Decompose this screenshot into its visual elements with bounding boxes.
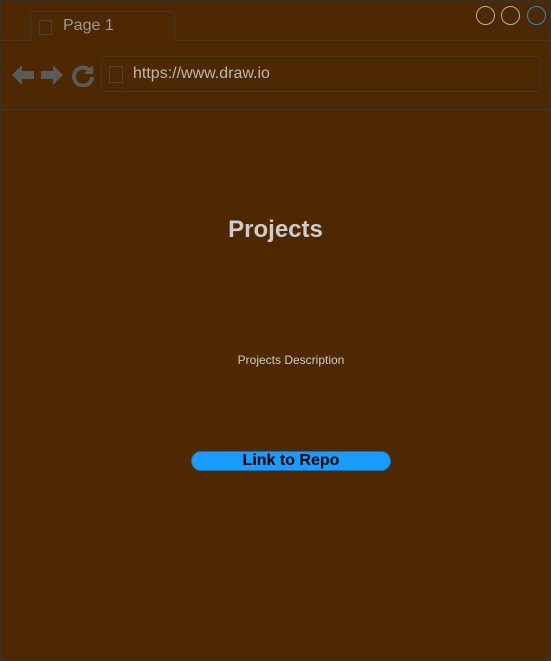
refresh-icon[interactable] — [71, 63, 95, 87]
link-to-repo-button[interactable]: Link to Repo — [191, 451, 391, 471]
tab-label: Page 1 — [63, 17, 114, 34]
tab-page-1[interactable]: Page 1 — [30, 11, 175, 41]
maximize-button[interactable] — [501, 6, 520, 25]
address-bar[interactable]: https://www.draw.io — [101, 56, 541, 92]
close-button[interactable] — [527, 6, 546, 25]
page-description: Projects Description — [237, 353, 345, 367]
address-url: https://www.draw.io — [133, 65, 270, 82]
nav-bar-divider — [1, 109, 550, 110]
arrow-right-icon[interactable] — [40, 63, 64, 87]
arrow-left-icon[interactable] — [11, 63, 35, 87]
minimize-button[interactable] — [476, 6, 495, 25]
page-icon — [39, 20, 52, 35]
page-icon — [109, 66, 123, 83]
page-title: Projects — [228, 216, 323, 243]
browser-window: Page 1 https://www.draw.io Projects Proj… — [0, 0, 551, 661]
